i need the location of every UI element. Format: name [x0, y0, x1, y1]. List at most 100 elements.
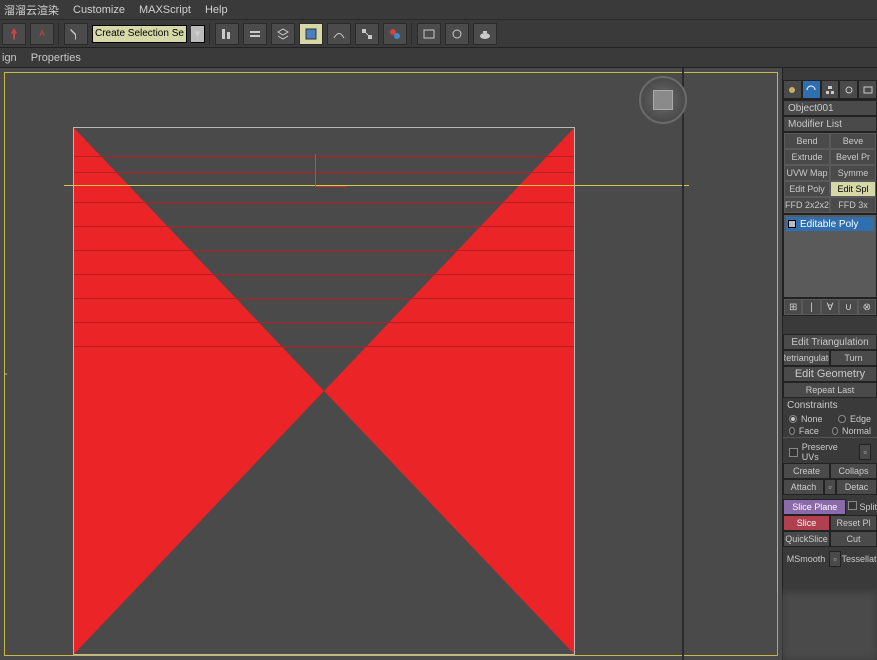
mod-bevel[interactable]: Beve	[830, 133, 876, 149]
selection-set-input[interactable]: Create Selection Se	[92, 25, 187, 43]
slice-button[interactable]: Slice	[783, 515, 830, 531]
abc-icon[interactable]: A	[30, 23, 54, 45]
menu-item-render[interactable]: 溜溜云渲染	[4, 2, 59, 18]
stack-item-label: Editable Poly	[800, 219, 858, 230]
modifier-buttons: Bend Beve Extrude Bevel Pr UVW Map Symme…	[783, 132, 877, 214]
mod-editspline[interactable]: Edit Spl	[830, 181, 876, 197]
constraints-label: Constraints	[783, 398, 877, 413]
modifier-list-dropdown[interactable]: Modifier List	[783, 116, 877, 132]
make-unique-icon[interactable]: ∀	[821, 299, 839, 315]
constraint-normal-radio[interactable]	[832, 427, 838, 435]
material-icon[interactable]	[383, 23, 407, 45]
slice-plane-line[interactable]	[64, 185, 689, 186]
turn-button[interactable]: Turn	[830, 350, 877, 366]
constraint-edge-label: Edge	[850, 414, 871, 424]
menu-item-maxscript[interactable]: MAXScript	[139, 4, 191, 16]
command-panel-tabs	[783, 80, 877, 100]
align-normal-icon[interactable]	[243, 23, 267, 45]
object-name-field[interactable]: Object001	[783, 100, 877, 116]
split-checkbox[interactable]	[848, 501, 857, 510]
schematic-icon[interactable]	[355, 23, 379, 45]
mod-symmetry[interactable]: Symme	[830, 165, 876, 181]
slice-plane-button[interactable]: Slice Plane	[783, 499, 846, 515]
viewport-divider[interactable]	[682, 68, 684, 660]
sub-toolbar: ign Properties	[0, 48, 877, 68]
mod-extrude[interactable]: Extrude	[784, 149, 830, 165]
detach-button[interactable]: Detac	[836, 479, 877, 495]
constraint-none-radio[interactable]	[789, 415, 797, 423]
mod-uvwmap[interactable]: UVW Map	[784, 165, 830, 181]
poly-face-left	[74, 128, 324, 654]
blurred-region	[782, 592, 877, 660]
subbar-align[interactable]: ign	[2, 52, 17, 64]
render-frame-icon[interactable]	[445, 23, 469, 45]
separator	[209, 23, 211, 45]
selection-filter-icon[interactable]	[64, 23, 88, 45]
retriangulate-button[interactable]: Retriangulate	[783, 350, 830, 366]
mod-bend[interactable]: Bend	[784, 133, 830, 149]
viewport[interactable]	[0, 68, 782, 660]
gizmo-x-axis[interactable]	[315, 186, 347, 187]
subbar-properties[interactable]: Properties	[31, 52, 81, 64]
constraint-face-radio[interactable]	[789, 427, 795, 435]
gizmo-y-axis[interactable]	[315, 154, 316, 186]
preserve-uvs-checkbox[interactable]	[789, 448, 798, 457]
modifier-stack[interactable]: Editable Poly	[783, 214, 877, 298]
msmooth-settings-icon[interactable]: ▫	[829, 551, 841, 567]
pin-stack-icon[interactable]: ⊞	[784, 299, 802, 315]
separator	[58, 23, 60, 45]
menu-item-help[interactable]: Help	[205, 4, 228, 16]
stack-expand-icon[interactable]	[788, 220, 796, 228]
rollout-edit-triangulation[interactable]: Edit Triangulation	[783, 334, 877, 350]
viewcube-face[interactable]	[653, 90, 673, 110]
tab-hierarchy[interactable]	[821, 80, 840, 99]
render-setup-icon[interactable]	[417, 23, 441, 45]
pin-icon[interactable]	[2, 23, 26, 45]
constraint-edge-radio[interactable]	[838, 415, 846, 423]
quickslice-button[interactable]: QuickSlice	[783, 531, 830, 547]
tab-display[interactable]	[858, 80, 877, 99]
attach-button[interactable]: Attach	[783, 479, 824, 495]
curve-editor-icon[interactable]	[327, 23, 351, 45]
poly-face-right	[324, 128, 574, 654]
tab-create[interactable]	[783, 80, 802, 99]
constraint-none-label: None	[801, 414, 823, 424]
viewcube[interactable]	[639, 76, 687, 124]
constraint-face-label: Face	[799, 426, 819, 436]
menu-item-customize[interactable]: Customize	[73, 4, 125, 16]
mod-editpoly[interactable]: Edit Poly	[784, 181, 830, 197]
constraint-normal-label: Normal	[842, 426, 871, 436]
main-toolbar: A Create Selection Se ▾	[0, 20, 877, 48]
separator	[411, 23, 413, 45]
split-label: Split	[859, 502, 877, 512]
cut-button[interactable]: Cut	[830, 531, 877, 547]
stack-toolbar: ⊞ | ∀ ∪ ⊗	[783, 298, 877, 316]
rollout-edit-geometry[interactable]: -Edit Geometry	[783, 366, 877, 382]
show-end-result-icon[interactable]: |	[802, 299, 820, 315]
collapse-button[interactable]: Collaps	[830, 463, 877, 479]
tab-modify[interactable]	[802, 80, 821, 99]
command-panel: Object001 Modifier List Bend Beve Extrud…	[782, 68, 877, 660]
tab-motion[interactable]	[839, 80, 858, 99]
layers-icon[interactable]	[271, 23, 295, 45]
create-button[interactable]: Create	[783, 463, 830, 479]
reset-plane-button[interactable]: Reset Pl	[830, 515, 877, 531]
repeat-last-button[interactable]: Repeat Last	[783, 382, 877, 398]
render-teapot-icon[interactable]	[473, 23, 497, 45]
tessellate-label: Tessellat	[841, 551, 877, 567]
configure-sets-icon[interactable]: ⊗	[858, 299, 876, 315]
msmooth-label: MSmooth	[783, 551, 829, 567]
remove-modifier-icon[interactable]: ∪	[839, 299, 857, 315]
selected-poly-object[interactable]	[74, 128, 574, 654]
scene-explorer-icon[interactable]	[299, 23, 323, 45]
preserve-uvs-label: Preserve UVs	[802, 442, 855, 462]
align-icon[interactable]	[215, 23, 239, 45]
preserve-uvs-settings-icon[interactable]: ▫	[859, 444, 871, 460]
stack-item-editable-poly[interactable]: Editable Poly	[786, 217, 874, 231]
mod-ffd3[interactable]: FFD 3x	[830, 197, 876, 213]
mod-bevel-profile[interactable]: Bevel Pr	[830, 149, 876, 165]
attach-list-icon[interactable]: ▫	[824, 479, 836, 495]
selection-set-dropdown-icon[interactable]: ▾	[191, 25, 205, 43]
workspace: Object001 Modifier List Bend Beve Extrud…	[0, 68, 877, 660]
mod-ffd2[interactable]: FFD 2x2x2	[784, 197, 830, 213]
